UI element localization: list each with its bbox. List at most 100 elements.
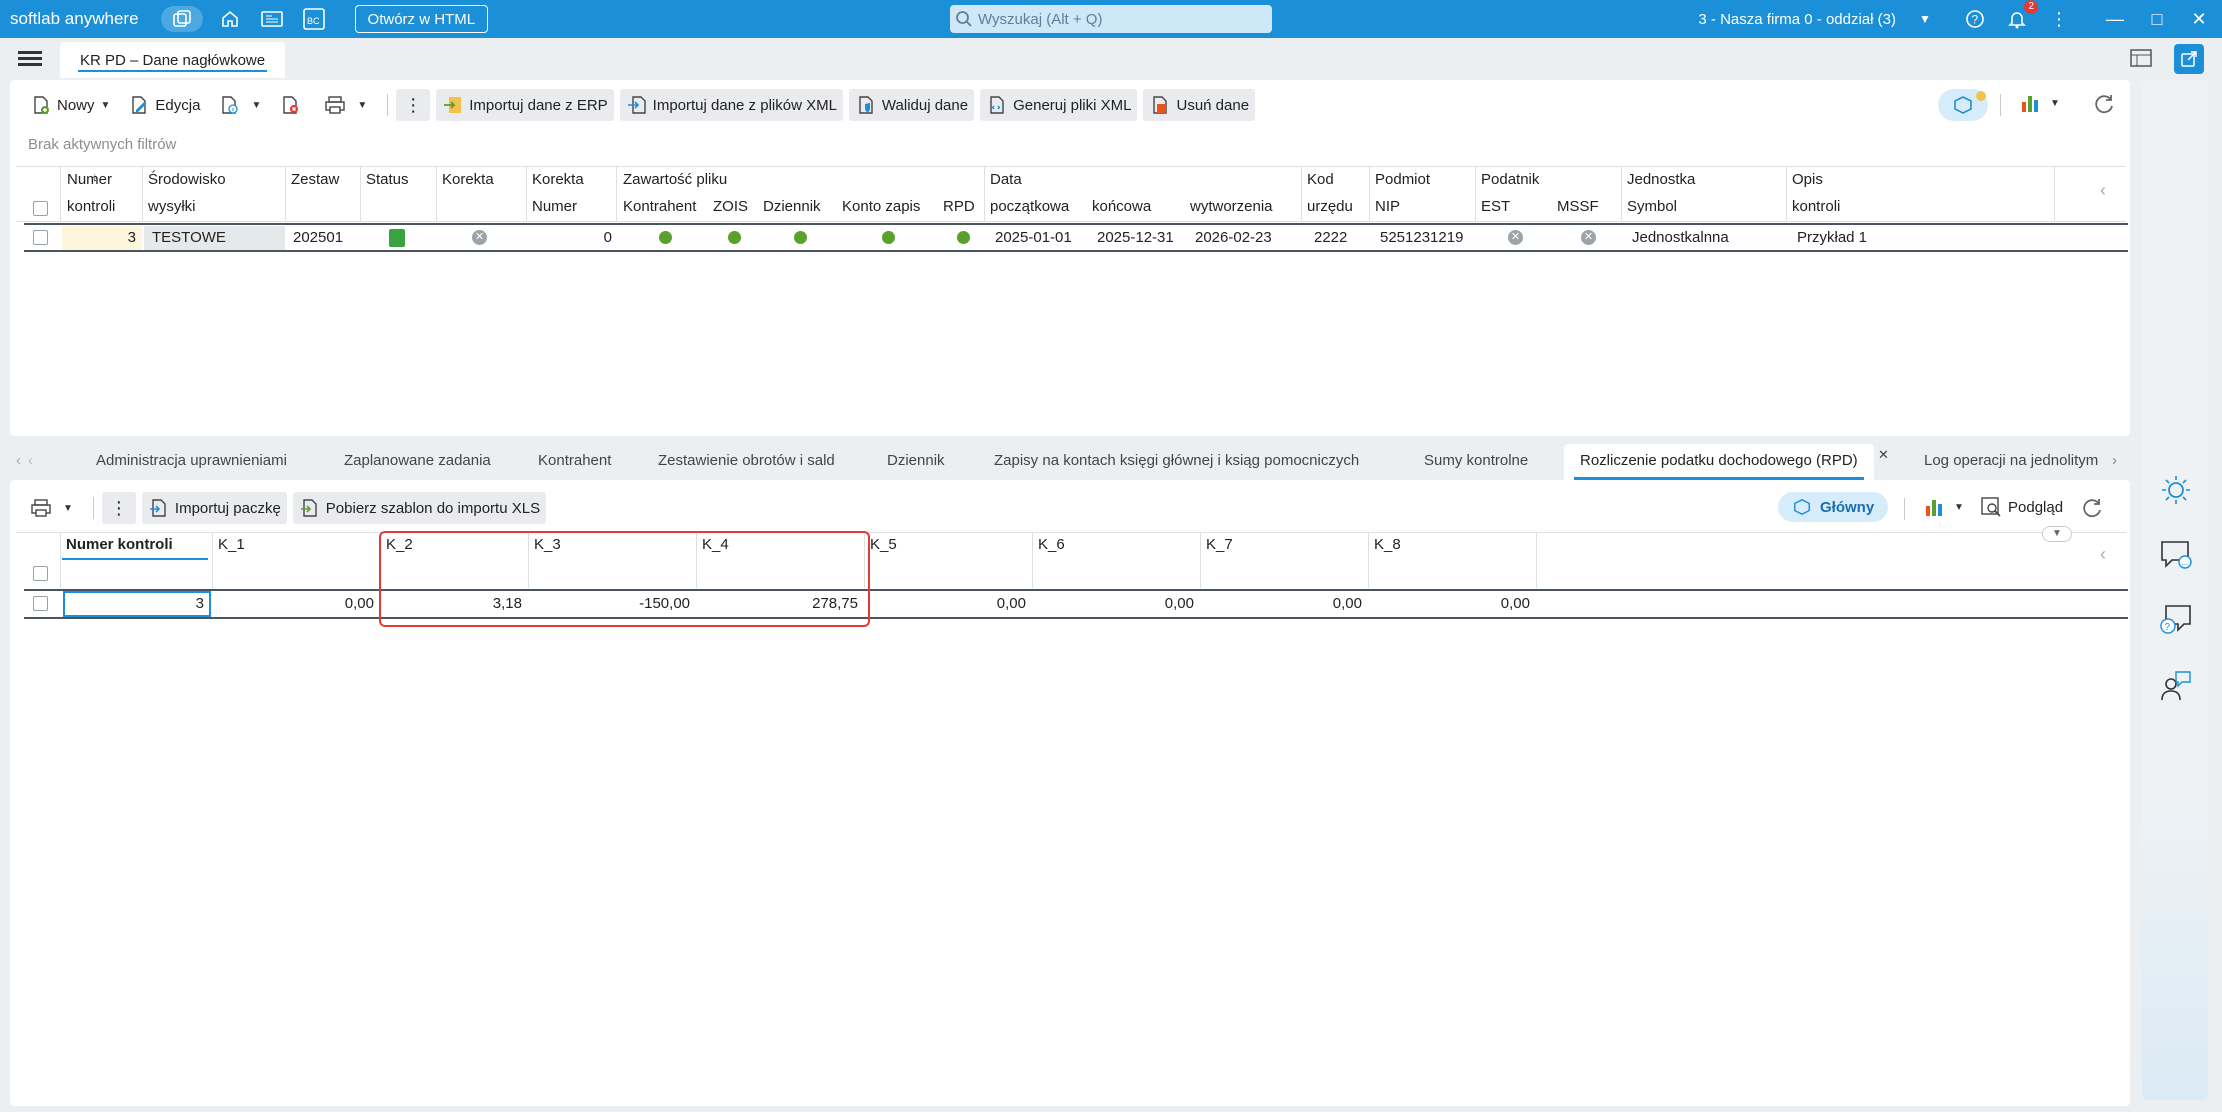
col-header[interactable]: wytworzenia (1190, 198, 1273, 215)
select-all-checkbox[interactable] (33, 201, 48, 216)
search-input[interactable]: Wyszukaj (Alt + Q) (950, 5, 1272, 33)
delete-data-button[interactable]: Usuń dane (1143, 89, 1256, 121)
col-header[interactable]: wysyłki (148, 198, 196, 215)
tab-administration[interactable]: Administracja uprawnieniami (96, 452, 287, 469)
more-vertical-icon[interactable]: ⋮ (2044, 6, 2074, 32)
open-in-html-button[interactable]: Otwórz w HTML (354, 5, 489, 33)
select-all-checkbox[interactable] (33, 566, 48, 581)
collapse-chevron-icon[interactable]: ▼ (2042, 526, 2072, 542)
tab-ledger-entries[interactable]: Zapisy na kontach księgi głównej i ksiąg… (994, 452, 1359, 469)
col-header-k5[interactable]: K_5 (870, 536, 897, 553)
chevron-left-icon[interactable]: ‹ (28, 452, 33, 469)
import-xml-button[interactable]: Importuj dane z plików XML (619, 89, 843, 121)
chevron-down-icon[interactable]: ▼ (1954, 502, 1964, 513)
chevron-down-icon[interactable]: ▼ (1910, 6, 1940, 32)
col-header[interactable]: Symbol (1627, 198, 1677, 215)
tab-journal[interactable]: Dziennik (887, 452, 945, 469)
download-template-button[interactable]: Pobierz szablon do importu XLS (292, 492, 547, 524)
row-checkbox[interactable] (33, 230, 48, 245)
col-header[interactable]: kontroli (67, 198, 115, 215)
col-header[interactable]: Opis (1792, 171, 1823, 188)
print-button[interactable]: ▼ (318, 89, 373, 121)
col-header[interactable]: Środowisko (148, 171, 226, 188)
col-header[interactable]: Dziennik (763, 198, 821, 215)
col-header-k1[interactable]: K_1 (218, 536, 245, 553)
col-header[interactable]: MSSF (1557, 198, 1599, 215)
lightbulb-icon[interactable] (2158, 472, 2194, 508)
home-icon[interactable] (215, 6, 245, 32)
close-tab-icon[interactable]: ✕ (1878, 447, 1889, 463)
col-header[interactable]: EST (1481, 198, 1510, 215)
col-header[interactable]: końcowa (1092, 198, 1151, 215)
col-header[interactable]: RPD (943, 198, 975, 215)
col-header[interactable]: początkowa (990, 198, 1069, 215)
col-header[interactable]: Zestaw (291, 171, 339, 188)
help-chat-icon[interactable]: ? (2158, 602, 2194, 638)
edit-button[interactable]: Edycja (122, 89, 206, 121)
help-icon[interactable]: ? (1960, 6, 1990, 32)
col-header[interactable]: Podatnik (1481, 171, 1539, 188)
more-actions-button[interactable]: ⋮ (396, 89, 431, 121)
company-selector[interactable]: 3 - Nasza firma 0 - oddział (3) (1698, 11, 1896, 28)
col-header[interactable]: Korekta (532, 171, 584, 188)
col-header[interactable]: Jednostka (1627, 171, 1695, 188)
view-mode-button[interactable] (1938, 89, 1988, 121)
chevron-down-icon[interactable]: ▼ (2050, 98, 2060, 109)
col-header[interactable]: urzędu (1307, 198, 1353, 215)
validate-button[interactable]: Waliduj dane (848, 89, 975, 121)
chat-icon[interactable]: ... (2158, 536, 2194, 572)
support-icon[interactable] (2158, 668, 2194, 704)
maximize-icon[interactable]: □ (2142, 6, 2172, 32)
print-button[interactable]: ▼ (24, 492, 79, 524)
import-package-button[interactable]: Importuj paczkę (141, 492, 287, 524)
tab-operation-log[interactable]: Log operacji na jednolitym (1924, 452, 2098, 469)
refresh-icon[interactable] (2092, 92, 2116, 120)
chart-button[interactable]: ▼ (2020, 92, 2060, 114)
col-header-k6[interactable]: K_6 (1038, 536, 1065, 553)
col-header[interactable]: Data (990, 171, 1022, 188)
workspace-icon[interactable] (160, 6, 203, 32)
main-view-button[interactable]: Główny (1778, 492, 1889, 522)
more-actions-button[interactable]: ⋮ (101, 492, 136, 524)
tab-checksums[interactable]: Sumy kontrolne (1424, 452, 1528, 469)
import-erp-button[interactable]: Importuj dane z ERP (436, 89, 614, 121)
tree-view-icon[interactable] (2130, 48, 2152, 72)
chart-button[interactable]: ▼ (1924, 496, 1964, 518)
chevron-right-icon[interactable]: › (2112, 452, 2117, 469)
col-header[interactable]: ZOIS (713, 198, 748, 215)
share-icon[interactable] (2174, 44, 2204, 74)
refresh-icon[interactable] (2080, 496, 2104, 524)
col-header-k8[interactable]: K_8 (1374, 536, 1401, 553)
tab-rpd[interactable]: Rozliczenie podatku dochodowego (RPD) (1564, 444, 1874, 480)
col-header[interactable]: Numer (532, 198, 577, 215)
row-checkbox[interactable] (33, 596, 48, 611)
col-header[interactable]: Kod (1307, 171, 1334, 188)
sort-down-icon[interactable]: ↓ (92, 170, 98, 184)
cell-numer-kontroli[interactable]: 3 (68, 595, 204, 612)
col-header-k7[interactable]: K_7 (1206, 536, 1233, 553)
col-header[interactable]: Korekta (442, 171, 494, 188)
minimize-icon[interactable]: — (2100, 6, 2130, 32)
col-header-numer-kontroli[interactable]: Numer kontroli (66, 536, 173, 553)
preview-button[interactable]: Podgląd (1980, 496, 2063, 518)
col-header[interactable]: Status (366, 171, 409, 188)
chevron-left-icon[interactable]: ‹ (2100, 180, 2106, 201)
col-header[interactable]: Konto zapis (842, 198, 920, 215)
generate-xml-button[interactable]: Generuj pliki XML (980, 89, 1138, 121)
chevron-down-icon[interactable]: ▼ (63, 503, 73, 514)
col-header[interactable]: Zawartość pliku (623, 171, 727, 188)
cancel-doc-button[interactable] (273, 89, 312, 121)
chevron-left-icon[interactable]: ‹ (2100, 544, 2106, 565)
col-header[interactable]: kontroli (1792, 198, 1840, 215)
info-button[interactable]: ▼ (212, 89, 267, 121)
close-icon[interactable]: ✕ (2184, 6, 2214, 32)
bc-icon[interactable]: BC (299, 6, 329, 32)
col-header[interactable]: Numer (67, 171, 112, 188)
chevron-down-icon[interactable]: ▼ (357, 100, 367, 111)
chevron-down-icon[interactable]: ▼ (251, 100, 261, 111)
tab-turnover[interactable]: Zestawienie obrotów i sald (658, 452, 835, 469)
chevron-down-icon[interactable]: ▼ (101, 100, 111, 111)
menu-icon[interactable] (18, 48, 42, 70)
tab-contractor[interactable]: Kontrahent (538, 452, 611, 469)
chevron-left-icon[interactable]: ‹ (16, 452, 21, 469)
